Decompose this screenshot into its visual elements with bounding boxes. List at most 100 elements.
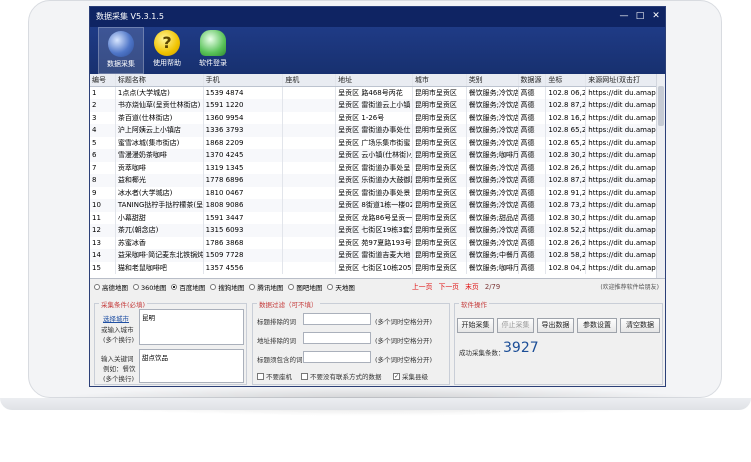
cell-source: 高德	[519, 136, 547, 149]
radio-dot-icon[interactable]	[327, 283, 334, 290]
settings-button[interactable]: 参数设置	[577, 318, 617, 333]
map-radio-option[interactable]: 搜狗地图	[210, 282, 244, 292]
map-radio-option[interactable]: 图吧地图	[288, 282, 322, 292]
stop-collect-button[interactable]: 停止采集	[497, 318, 534, 333]
map-radio-option[interactable]: 天地图	[327, 282, 355, 292]
table-row[interactable]: 6 雪漫漫奶茶咖啡 1370 4245 呈贡区 云小镇(仕林街)小 昆明市呈贡区 餐饮服务…	[90, 149, 665, 162]
col-header-address[interactable]: 地址	[336, 74, 413, 86]
col-header-category[interactable]: 类别	[467, 74, 519, 86]
col-header-mobile[interactable]: 手机	[204, 74, 284, 86]
table-row[interactable]: 2 书亦烧仙草(呈贡仕林街店) 1591 1220 呈贡区 雷街道云上小镇 昆明市呈贡区…	[90, 99, 665, 112]
help-button[interactable]: ? 使用帮助	[144, 27, 190, 74]
table-row[interactable]: 3 茶百道(仕林街店) 1360 9954 呈贡区 1-26号 昆明市呈贡区 餐饮服务;冷…	[90, 111, 665, 124]
keyword-input[interactable]: 甜点饮品	[139, 349, 244, 383]
close-icon[interactable]: ✕	[649, 10, 663, 22]
help-icon: ?	[154, 30, 180, 56]
radio-dot-icon[interactable]	[249, 283, 256, 290]
prev-page-link[interactable]: 上一页	[412, 283, 432, 291]
cell-phone	[283, 261, 337, 274]
cell-phone	[283, 199, 337, 212]
scrollbar-thumb[interactable]	[658, 86, 664, 126]
cell-id: 4	[90, 124, 116, 137]
app-window: 数据采集 V5.3.1.5 — □ ✕ 数据采集 ? 使用帮助 软件登录 编号 …	[89, 6, 666, 387]
recommend-tip: (欢迎推荐软件给朋友)	[600, 284, 659, 291]
table-row[interactable]: 4 沪上阿姨云上小镇店 1336 3793 呈贡区 雷街道办事处仕 昆明市呈贡区 餐饮服务…	[90, 124, 665, 137]
col-header-city[interactable]: 城市	[413, 74, 467, 86]
user-add-icon	[200, 30, 226, 56]
map-radio-option[interactable]: 百度地图	[171, 282, 205, 292]
cell-title: 茶百道(仕林街店)	[116, 111, 204, 124]
radio-dot-icon[interactable]	[94, 283, 100, 290]
table-row[interactable]: 9 冰水者(大学城店) 1810 0467 呈贡区 雷街道办事处景 昆明市呈贡区 餐饮服务…	[90, 186, 665, 199]
cell-coords: 102.8 73,24	[546, 199, 587, 212]
title-exclude-hint: (多个词时空格分开)	[375, 318, 433, 326]
next-page-link[interactable]: 下一页	[439, 283, 459, 291]
cell-title: TANING挞柠手挞柠檬茶(呈贡大	[116, 199, 204, 212]
cell-source: 高德	[519, 186, 547, 199]
cell-phone	[283, 99, 337, 112]
radio-dot-icon[interactable]	[210, 283, 217, 290]
maximize-icon[interactable]: □	[633, 10, 647, 22]
table-row[interactable]: 7 贡萃咖啡 1319 1345 呈贡区 雷街道办事处呈 昆明市呈贡区 餐饮服务;冷饮店高…	[90, 161, 665, 174]
cell-phone	[283, 236, 337, 249]
cell-url: https://dit du.amap.c	[586, 136, 665, 149]
col-header-coords[interactable]: 坐标	[546, 74, 587, 86]
table-row[interactable]: 13 苏蜜冰香 1786 3868 呈贡区 苑97夏路193号 昆明市呈贡区 餐饮服务;冷…	[90, 236, 665, 249]
no-contact-box[interactable]	[301, 372, 308, 380]
keyword-example: 例如：餐饮	[103, 365, 136, 373]
radio-dot-icon[interactable]	[171, 283, 178, 290]
map-radio-option[interactable]: 腾讯地图	[249, 282, 283, 292]
county-level-box[interactable]: ✓	[393, 372, 400, 380]
title-include-input[interactable]	[303, 351, 371, 363]
col-header-url[interactable]: 来源网址(双击打	[586, 74, 665, 86]
city-input[interactable]: 昆明	[139, 309, 244, 345]
col-header-title[interactable]: 标题名称	[116, 74, 204, 86]
cell-id: 2	[90, 99, 116, 112]
cell-address: 呈贡区 1-26号	[336, 111, 413, 124]
cell-source: 高德	[519, 249, 547, 262]
login-button[interactable]: 软件登录	[190, 27, 236, 74]
col-header-phone[interactable]: 座机	[283, 74, 337, 86]
col-header-source[interactable]: 数据源	[519, 74, 547, 86]
col-header-id[interactable]: 编号	[90, 74, 116, 86]
no-landline-box[interactable]	[257, 372, 264, 380]
help-label: 使用帮助	[153, 59, 181, 67]
cell-category: 餐饮服务;冷饮店	[467, 111, 519, 124]
table-row[interactable]: 5 蜜雪冰城(集市街店) 1868 2209 呈贡区 广场乐集市街蜜 昆明市呈贡区 餐饮服…	[90, 136, 665, 149]
table-row[interactable]: 14 益采咖啡·简记麦东北铁锅炖 1509 7728 呈贡区 雷街道吉麦大地 昆明市呈贡…	[90, 249, 665, 262]
address-exclude-label: 地址排除的词	[257, 337, 296, 345]
cell-title: 雪漫漫奶茶咖啡	[116, 149, 204, 162]
county-level-checkbox[interactable]: ✓ 采集县级	[393, 371, 428, 381]
clear-data-button[interactable]: 清空数据	[620, 318, 660, 333]
table-row[interactable]: 15 猫和老鼠咖啡吧 1357 4556 呈贡区 七街区10栋205铺 昆明市呈贡区 餐饮…	[90, 261, 665, 274]
cell-mobile: 1591 1220	[204, 99, 284, 112]
radio-dot-icon[interactable]	[288, 283, 295, 290]
cell-address: 呈贡区 路468号丙花	[336, 86, 413, 99]
table-row[interactable]: 11 小幕甜甜 1591 3447 呈贡区 龙路86号呈贡一中 昆明市呈贡区 餐饮服务;甜…	[90, 211, 665, 224]
cell-url: https://dit du.amap.c	[586, 149, 665, 162]
vertical-scrollbar[interactable]	[656, 74, 665, 278]
table-row[interactable]: 10TANING挞柠手挞柠檬茶(呈贡大1808 9086 呈贡区 8街道1栋一楼0…	[90, 199, 665, 212]
cell-address: 呈贡区 七街区10栋205铺	[336, 261, 413, 274]
cell-city: 昆明市呈贡区	[413, 249, 467, 262]
table-row[interactable]: 1 1点点(大学城店) 1539 4874 呈贡区 路468号丙花 昆明市呈贡区 餐饮服务…	[90, 86, 665, 99]
table-row[interactable]: 12 茶兀(朝念店) 1315 6093 呈贡区 七街区19栋3套外 昆明市呈贡区 餐饮服…	[90, 224, 665, 237]
cell-coords: 102.8 30,24	[546, 149, 587, 162]
address-exclude-input[interactable]	[303, 332, 371, 344]
no-contact-checkbox[interactable]: 不要没有联系方式的数据	[301, 371, 382, 381]
export-data-button[interactable]: 导出数据	[537, 318, 574, 333]
radio-dot-icon[interactable]	[133, 283, 139, 290]
cell-title: 1点点(大学城店)	[116, 86, 204, 99]
no-landline-checkbox[interactable]: 不要座机	[257, 371, 292, 381]
minimize-icon[interactable]: —	[617, 10, 631, 22]
data-collect-button[interactable]: 数据采集	[98, 27, 144, 74]
last-page-link[interactable]: 末页	[465, 283, 479, 291]
title-exclude-input[interactable]	[303, 313, 371, 325]
start-collect-button[interactable]: 开始采集	[457, 318, 494, 333]
table-row[interactable]: 8 益和椰光 1778 6896 呈贡区 乐街道办大鼓御路 昆明市呈贡区 餐饮服务;冷饮店…	[90, 174, 665, 187]
map-radio-option[interactable]: 高德地图	[94, 282, 128, 292]
cell-city: 昆明市呈贡区	[413, 111, 467, 124]
map-radio-option[interactable]: 360地图	[133, 282, 166, 292]
cell-phone	[283, 224, 337, 237]
select-city-link[interactable]: 选择城市	[103, 313, 129, 323]
